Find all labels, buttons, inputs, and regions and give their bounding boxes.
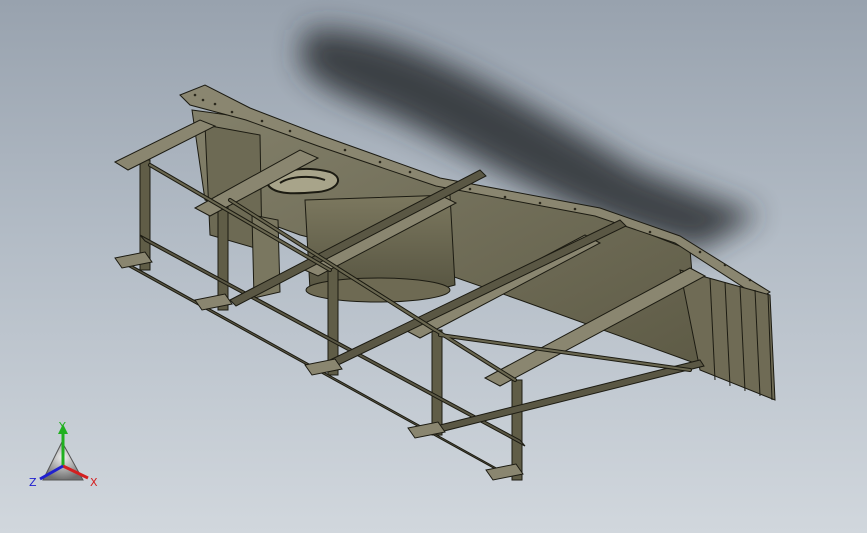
coordinate-triad[interactable]: Y X Z: [29, 420, 98, 489]
x-axis-label: X: [90, 476, 98, 489]
y-axis-label: Y: [58, 420, 66, 433]
steel-frame-model[interactable]: Y X Z: [0, 0, 867, 533]
z-axis-label: Z: [29, 476, 37, 489]
cad-3d-viewport[interactable]: Y X Z: [0, 0, 867, 533]
